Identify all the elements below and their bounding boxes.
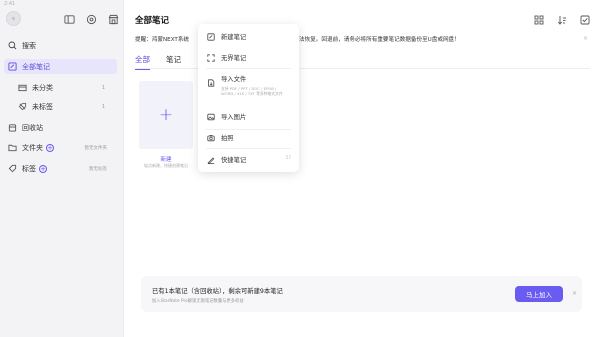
- sidebar-item-folders[interactable]: 文件夹 + 暂无文件夹: [4, 140, 117, 155]
- close-icon[interactable]: ×: [572, 290, 577, 297]
- sidebar: 2:41 搜索 全部笔记 未分类 1 未标签 1 回收站 文件夹 + 暂无文件夹…: [0, 0, 124, 337]
- create-menu: 新建笔记 无界笔记 导入文件 支持 PDF / PPT / DOC / EPUB…: [198, 24, 299, 172]
- menu-item-quick-note[interactable]: 快捷笔记 57: [206, 155, 293, 164]
- search-icon: [8, 41, 17, 50]
- menu-divider: [206, 68, 291, 69]
- quick-note-icon: [206, 155, 215, 164]
- lightning-icon: [11, 15, 16, 22]
- sort-icon[interactable]: [556, 14, 568, 26]
- sidebar-search[interactable]: 搜索: [4, 38, 117, 53]
- menu-item-new-note[interactable]: 新建笔记: [206, 32, 293, 41]
- menu-divider: [206, 129, 291, 130]
- trash-icon: [8, 123, 17, 132]
- expand-icon: [206, 53, 215, 62]
- grid-view-icon[interactable]: [533, 14, 545, 26]
- tag-icon: [8, 164, 17, 173]
- sidebar-item-label: 未分类: [32, 83, 53, 92]
- notice-close-icon[interactable]: ×: [583, 35, 588, 42]
- sidebar-item-label: 全部笔记: [22, 62, 50, 71]
- menu-item-label: 快捷笔记: [221, 157, 247, 164]
- store-icon[interactable]: [107, 13, 119, 25]
- sidebar-item-tags[interactable]: 标签 + 暂无标签: [4, 161, 117, 176]
- menu-item-label: 导入文件: [221, 76, 247, 83]
- upgrade-banner: 已有1本笔记（含回收站），剩余可新建9本笔记 加入StarNote Pro解锁无…: [141, 276, 582, 312]
- add-folder-button[interactable]: +: [46, 143, 54, 152]
- banner-title: 已有1本笔记（含回收站），剩余可新建9本笔记: [152, 288, 283, 295]
- select-check-icon[interactable]: [579, 14, 591, 26]
- menu-item-label: 无界笔记: [221, 55, 247, 62]
- plus-icon: +: [158, 104, 174, 125]
- menu-item-label: 拍照: [221, 135, 234, 142]
- sidebar-item-untagged[interactable]: 未标签 1: [14, 99, 117, 114]
- folder-icon: [18, 83, 27, 92]
- status-time: 2:41: [4, 1, 16, 7]
- settings-icon[interactable]: [85, 13, 97, 25]
- folder-icon: [8, 143, 17, 152]
- sidebar-item-uncategorized[interactable]: 未分类 1: [14, 80, 117, 95]
- avatar[interactable]: [6, 11, 21, 26]
- sidebar-item-all-notes[interactable]: 全部笔记: [4, 59, 117, 74]
- join-now-button[interactable]: 马上加入: [515, 286, 563, 302]
- sidebar-item-label: 回收站: [22, 123, 43, 132]
- menu-item-import-file[interactable]: 导入文件 支持 PDF / PPT / DOC / EPUB / WORD / …: [206, 74, 293, 96]
- new-note-card[interactable]: +: [139, 81, 193, 149]
- tag-off-icon: [18, 102, 27, 111]
- menu-item-camera[interactable]: 拍照: [206, 133, 293, 142]
- menu-divider: [206, 148, 291, 149]
- add-tag-button[interactable]: +: [39, 164, 47, 173]
- menu-item-description: 支持 PDF / PPT / DOC / EPUB / WORD / XLS /…: [221, 86, 283, 96]
- notice-text-part1: 提醒：鸿蒙NEXT系统: [135, 37, 190, 43]
- menu-item-label: 新建笔记: [221, 34, 247, 41]
- sidebar-toggle-icon[interactable]: [63, 13, 75, 25]
- sidebar-search-label: 搜索: [22, 41, 36, 50]
- page-title: 全部笔记: [135, 16, 170, 26]
- camera-icon: [206, 133, 215, 142]
- menu-item-label: 导入图片: [221, 114, 247, 121]
- sidebar-item-trash[interactable]: 回收站: [4, 120, 117, 135]
- file-import-icon: [206, 78, 215, 87]
- item-count: 1: [101, 103, 105, 110]
- sidebar-item-label: 标签: [22, 164, 36, 173]
- image-icon: [206, 112, 215, 121]
- notice-text-part2: 法恢复。回退前，请务必将所有重要笔记数据备份至U盘或网盘！: [299, 37, 460, 43]
- banner-subtitle: 加入StarNote Pro解锁无限笔记数量与更多权益: [152, 299, 244, 304]
- note-edit-icon: [8, 62, 17, 71]
- menu-item-infinite-note[interactable]: 无界笔记: [206, 53, 293, 62]
- sidebar-item-label: 文件夹: [22, 143, 43, 152]
- quick-note-badge: 57: [285, 155, 291, 160]
- new-note-label: 新建: [160, 157, 172, 163]
- item-count: 1: [101, 84, 105, 91]
- note-edit-icon: [206, 32, 215, 41]
- folders-empty-hint: 暂无文件夹: [84, 145, 108, 151]
- tags-empty-hint: 暂无标签: [89, 166, 107, 172]
- sidebar-item-label: 未标签: [32, 102, 53, 111]
- menu-item-import-image[interactable]: 导入图片: [206, 112, 293, 121]
- new-note-hint: 轻点新建，快捷创建笔记: [144, 163, 188, 168]
